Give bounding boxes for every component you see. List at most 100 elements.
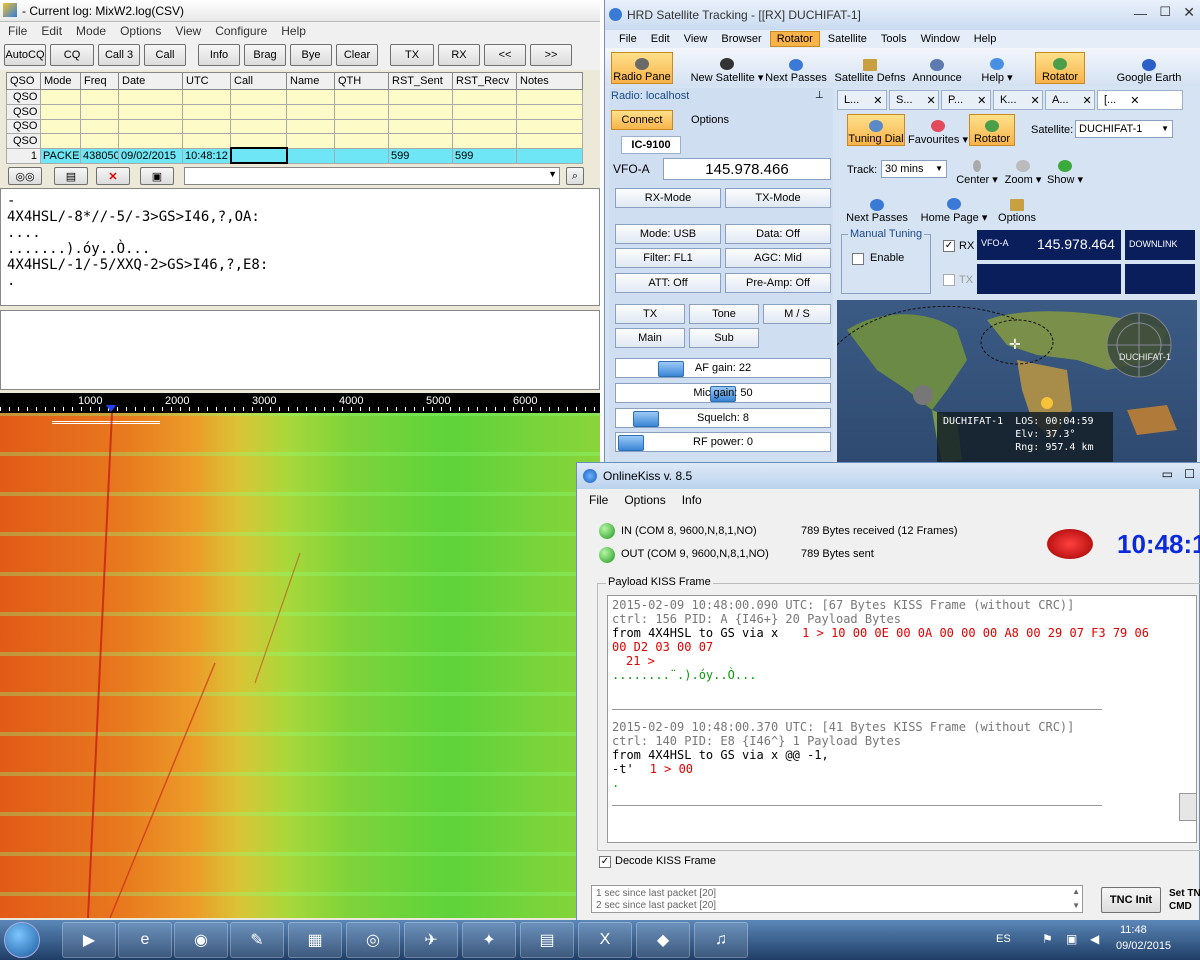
- transmit-text-area[interactable]: [0, 310, 600, 390]
- lookup-icon[interactable]: ◎◎: [8, 167, 42, 185]
- taskbar-mixw-icon[interactable]: ▦: [288, 922, 342, 958]
- taskbar-app-icon[interactable]: ◎: [346, 922, 400, 958]
- scroll-up-icon[interactable]: ▲: [1072, 886, 1080, 898]
- col-qso[interactable]: QSO: [6, 71, 41, 91]
- call3-button[interactable]: Call 3: [98, 44, 140, 66]
- menu-browser[interactable]: Browser: [715, 32, 767, 46]
- cell-freq[interactable]: 438050: [80, 147, 119, 164]
- tab-close-icon[interactable]: ✕: [1031, 94, 1040, 107]
- menu-view[interactable]: View: [175, 24, 201, 38]
- tab-l[interactable]: L... ✕: [837, 90, 887, 110]
- minimize-icon[interactable]: —: [1134, 6, 1147, 21]
- search-icon[interactable]: ⌕: [566, 167, 584, 185]
- home-page-button[interactable]: Home Page ▾: [921, 192, 987, 224]
- tuning-dial-button[interactable]: Tuning Dial: [847, 114, 905, 146]
- tray-network-icon[interactable]: ▣: [1066, 932, 1077, 946]
- save-icon[interactable]: ▣: [140, 167, 174, 185]
- vfo-display[interactable]: VFO-A 145.978.464: [977, 230, 1121, 260]
- tone-toggle[interactable]: Tone: [689, 304, 759, 324]
- menu-tools[interactable]: Tools: [875, 32, 913, 46]
- maximize-icon[interactable]: ☐: [1184, 467, 1195, 481]
- taskbar-chrome-icon[interactable]: ◉: [174, 922, 228, 958]
- waterfall-display[interactable]: [0, 413, 600, 918]
- rx-mode-button[interactable]: RX-Mode: [615, 188, 721, 208]
- zoom-button[interactable]: Zoom ▾: [1003, 154, 1043, 186]
- tab-close-icon[interactable]: ✕: [977, 94, 986, 107]
- data-dropdown[interactable]: Data: Off: [725, 224, 831, 244]
- prev-button[interactable]: <<: [484, 44, 526, 66]
- favourites-button[interactable]: Favourites ▾: [907, 114, 969, 146]
- taskbar-butterfly-icon[interactable]: ✦: [462, 922, 516, 958]
- rf-power-knob[interactable]: [618, 435, 644, 451]
- main-toggle[interactable]: Main: [615, 328, 685, 348]
- pin-icon[interactable]: ⊥: [815, 90, 824, 101]
- autocq-button[interactable]: AutoCQ: [4, 44, 46, 66]
- col-rst-sent[interactable]: RST_Sent: [388, 71, 453, 91]
- tray-date[interactable]: 09/02/2015: [1116, 940, 1171, 952]
- col-qth[interactable]: QTH: [334, 71, 389, 91]
- cell-call[interactable]: [229, 147, 288, 164]
- cell-utc[interactable]: 10:48:12: [182, 147, 231, 164]
- track-select[interactable]: 30 mins ▼: [881, 160, 947, 178]
- vfo-frequency[interactable]: 145.978.466: [663, 158, 831, 180]
- af-gain-knob[interactable]: [658, 361, 685, 377]
- menu-options[interactable]: Options: [120, 24, 161, 38]
- squelch-knob[interactable]: [632, 411, 659, 427]
- tab-active[interactable]: [... ✕: [1097, 90, 1183, 110]
- squelch-slider[interactable]: Squelch: 8: [615, 408, 831, 428]
- tab-a[interactable]: A... ✕: [1045, 90, 1095, 110]
- tray-volume-icon[interactable]: ◀: [1090, 932, 1099, 946]
- receive-text-area[interactable]: - 4X4HSL/-8*//-5/-3>GS>I46,?,OA: .... ..…: [0, 188, 600, 306]
- menu-help[interactable]: Help: [281, 24, 306, 38]
- tx-vfo-display[interactable]: [977, 264, 1121, 294]
- satellite-select[interactable]: DUCHIFAT-1 ▼: [1075, 120, 1173, 138]
- tab-s[interactable]: S... ✕: [889, 90, 939, 110]
- menu-help[interactable]: Help: [968, 32, 1003, 46]
- tab-close-icon[interactable]: ✕: [1130, 94, 1139, 107]
- col-rst-recv[interactable]: RST_Recv: [452, 71, 517, 91]
- menu-options[interactable]: Options: [624, 493, 665, 507]
- tab-close-icon[interactable]: ✕: [873, 94, 882, 107]
- callsign-combo[interactable]: ▼: [184, 167, 560, 185]
- taskbar-folder-icon[interactable]: ▤: [520, 922, 574, 958]
- tuning-marker-icon[interactable]: [106, 405, 116, 412]
- cell-rst-recv[interactable]: 599: [452, 147, 517, 164]
- menu-file[interactable]: File: [589, 493, 608, 507]
- menu-info[interactable]: Info: [682, 493, 702, 507]
- world-map[interactable]: DUCHIFAT-1 ✛ DUCHIFAT-1 LOS: 00:04:59 El…: [837, 300, 1197, 462]
- options-button[interactable]: Options: [679, 110, 741, 130]
- mode-dropdown[interactable]: Mode: USB: [615, 224, 721, 244]
- info-button[interactable]: Info: [198, 44, 240, 66]
- col-utc[interactable]: UTC: [182, 71, 231, 91]
- menu-rotator[interactable]: Rotator: [769, 31, 820, 47]
- preamp-dropdown[interactable]: Pre-Amp: Off: [725, 273, 831, 293]
- next-button[interactable]: >>: [530, 44, 572, 66]
- cell-notes[interactable]: [516, 147, 583, 164]
- filter-dropdown[interactable]: Filter: FL1: [615, 248, 721, 268]
- menu-edit[interactable]: Edit: [645, 32, 676, 46]
- menu-file[interactable]: File: [8, 24, 27, 38]
- menu-window[interactable]: Window: [915, 32, 966, 46]
- call-button[interactable]: Call: [144, 44, 186, 66]
- tray-time[interactable]: 11:48: [1120, 924, 1147, 936]
- tx-checkbox[interactable]: [943, 274, 955, 286]
- brag-button[interactable]: Brag: [244, 44, 286, 66]
- tray-flag-icon[interactable]: ⚑: [1042, 932, 1053, 946]
- taskbar-satellite-icon[interactable]: ✈: [404, 922, 458, 958]
- rx-checkbox[interactable]: ✓: [943, 240, 955, 252]
- cell-qth[interactable]: [334, 147, 389, 164]
- center-button[interactable]: Center ▾: [955, 154, 999, 186]
- ms-toggle[interactable]: M / S: [763, 304, 831, 324]
- decode-kiss-checkbox[interactable]: ✓: [599, 856, 611, 868]
- taskbar-paint-icon[interactable]: ✎: [230, 922, 284, 958]
- af-gain-slider[interactable]: AF gain: 22: [615, 358, 831, 378]
- rx-button[interactable]: RX: [438, 44, 480, 66]
- set-tnc-button[interactable]: Set TNCMD M: [1169, 887, 1200, 915]
- announce-button[interactable]: Announce: [909, 52, 965, 84]
- connect-button[interactable]: Connect: [611, 110, 673, 130]
- scroll-down-icon[interactable]: ▼: [1072, 900, 1080, 912]
- col-notes[interactable]: Notes: [516, 71, 583, 91]
- tab-k[interactable]: K... ✕: [993, 90, 1043, 110]
- agc-dropdown[interactable]: AGC: Mid: [725, 248, 831, 268]
- sub-toggle[interactable]: Sub: [689, 328, 759, 348]
